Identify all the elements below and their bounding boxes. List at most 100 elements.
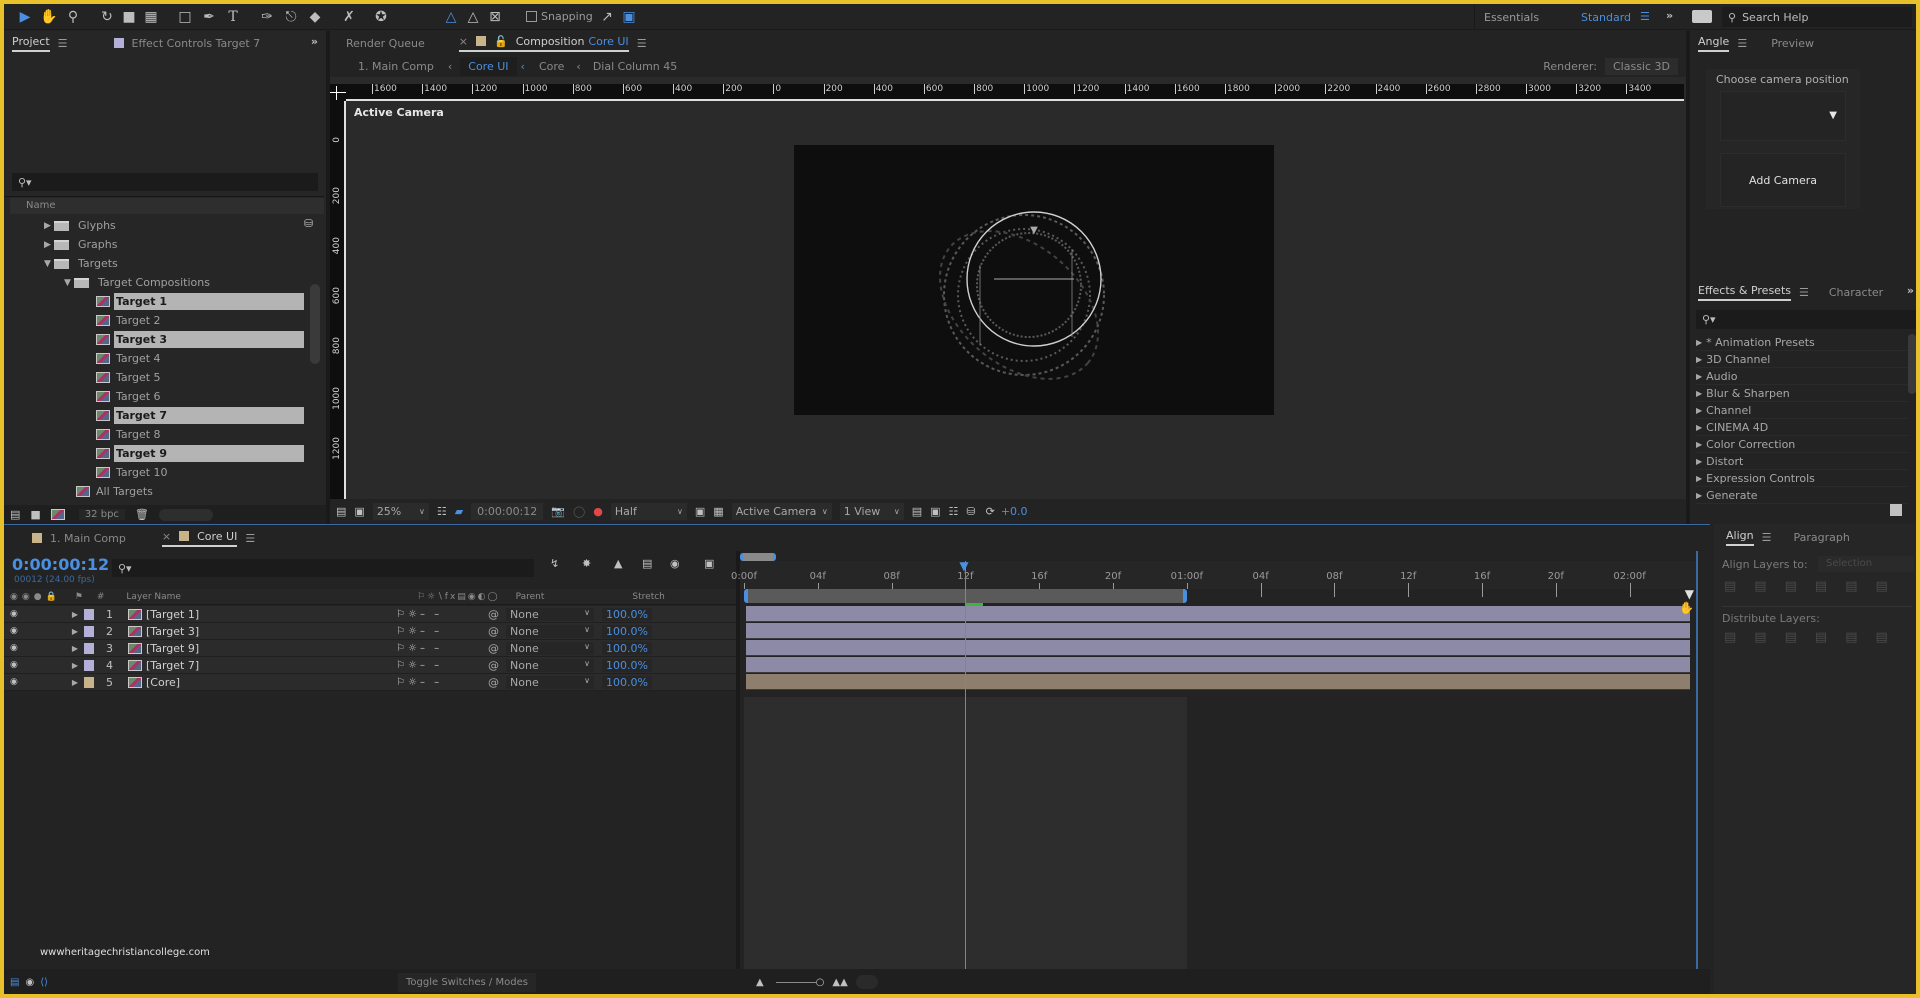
sync-settings-icon[interactable] — [1692, 10, 1712, 23]
effects-category[interactable]: ▶ Generate — [1696, 487, 1908, 504]
region-of-interest-icon[interactable]: ▣ — [695, 505, 705, 518]
stretch-value[interactable]: 100.0% — [602, 658, 652, 672]
composition-viewer-canvas[interactable]: ▼ — [794, 145, 1274, 415]
timeline-search-input[interactable]: ⚲▾ — [112, 559, 534, 577]
type-tool-icon[interactable]: T — [222, 6, 244, 28]
project-item[interactable]: Target 5 — [4, 368, 304, 387]
project-search-input[interactable]: ⚲▾ — [12, 173, 318, 191]
disclosure-collapsed-icon[interactable]: ▶ — [1696, 372, 1702, 381]
view-layout-dropdown[interactable]: 1 View ∨ — [839, 503, 904, 520]
layer-switches[interactable]: ⚐☼– – — [396, 626, 488, 637]
eraser-tool-icon[interactable]: ◆ — [304, 6, 326, 28]
effects-category[interactable]: ▶ Channel — [1696, 402, 1908, 419]
distribute-hcenter-icon[interactable]: ▤ — [1845, 630, 1857, 645]
composition-mini-flowchart-icon[interactable]: ↯ — [550, 557, 559, 570]
layer-list-empty-area[interactable] — [4, 697, 736, 969]
more-tabs-icon[interactable]: » — [311, 35, 318, 48]
video-toggle-icon[interactable]: ◉ — [10, 592, 18, 602]
effects-category[interactable]: ▶ Color Correction — [1696, 436, 1908, 453]
graph-editor-icon[interactable]: ▣ — [704, 557, 714, 570]
effects-category[interactable]: ▶ Audio — [1696, 368, 1908, 385]
playhead[interactable]: ▼ — [959, 559, 969, 971]
tab-angle[interactable]: Angle ☰ — [1690, 31, 1755, 55]
disclosure-collapsed-icon[interactable]: ▶ — [1696, 423, 1702, 432]
layer-switches[interactable]: ⚐☼– – — [396, 660, 488, 671]
parent-dropdown[interactable]: None ∨ — [506, 675, 595, 689]
panel-menu-icon[interactable]: ☰ — [1762, 531, 1772, 544]
monitor-icon[interactable]: ▣ — [354, 505, 364, 518]
align-bottom-icon[interactable]: ▤ — [1875, 579, 1887, 594]
local-axis-mode-icon[interactable]: △ — [440, 6, 462, 28]
pick-whip-icon[interactable]: @ — [488, 676, 506, 689]
layer-row[interactable]: ◉ ▶ 1 [Target 1] ⚐☼– – @ None ∨ 100.0% — [4, 606, 736, 623]
time-graph[interactable]: 0:00f04f08f12f16f20f01:00f04f08f12f16f20… — [731, 551, 1696, 971]
eye-visibility-icon[interactable]: ◉ — [10, 643, 18, 653]
mask-visibility-icon[interactable]: ▰ — [455, 505, 463, 518]
toggle-switches-modes-button[interactable]: Toggle Switches / Modes — [398, 972, 536, 992]
roto-brush-tool-icon[interactable]: ✗ — [338, 6, 360, 28]
renderer-button[interactable]: Classic 3D — [1604, 57, 1678, 75]
effects-category[interactable]: ▶ Expression Controls — [1696, 470, 1908, 487]
timeline-zoom-slider[interactable] — [775, 981, 816, 983]
panel-menu-icon[interactable]: ☰ — [1737, 37, 1747, 50]
parent-dropdown[interactable]: None ∨ — [506, 624, 595, 638]
fast-previews-icon[interactable]: ▣ — [930, 505, 940, 518]
zoom-tool-icon[interactable]: ⚲ — [62, 6, 84, 28]
layer-duration-bar[interactable] — [746, 657, 1690, 673]
motion-blur-icon[interactable]: ◉ — [670, 557, 680, 570]
new-folder-icon[interactable]: ■ — [30, 508, 40, 521]
search-help-field[interactable]: ⚲ Search Help — [1722, 7, 1912, 27]
thumbnail-slider[interactable] — [158, 508, 213, 521]
timeline-icon[interactable]: ☷ — [949, 505, 959, 518]
zoom-out-icon[interactable]: ▲ — [756, 977, 764, 988]
pen-tool-icon[interactable]: ✒ — [198, 6, 220, 28]
tab-effect-controls[interactable]: Effect Controls Target 7 — [106, 31, 269, 55]
effects-search-input[interactable]: ⚲▾ — [1696, 310, 1916, 329]
parent-dropdown[interactable]: None ∨ — [506, 658, 595, 672]
layer-duration-bar[interactable] — [746, 606, 1690, 622]
workspace-standard[interactable]: Standard — [1581, 11, 1631, 24]
close-tab-icon[interactable]: × — [459, 35, 468, 48]
align-to-dropdown[interactable]: Selection — [1818, 556, 1914, 572]
camera-tool-icon[interactable]: ■ — [118, 6, 140, 28]
project-item[interactable]: Target 7 — [4, 406, 304, 425]
effects-category[interactable]: ▶ Blur & Sharpen — [1696, 385, 1908, 402]
transparency-grid-icon[interactable]: ▦ — [713, 505, 723, 518]
layer-switches[interactable]: ⚐☼– – — [396, 609, 488, 620]
expand-layer-switches-icon[interactable]: ▤ — [10, 977, 19, 988]
effects-category[interactable]: ▶ * Animation Presets — [1696, 334, 1908, 351]
pick-whip-icon[interactable]: @ — [488, 608, 506, 621]
stretch-value[interactable]: 100.0% — [602, 641, 652, 655]
time-navigator[interactable] — [740, 553, 776, 561]
current-time-display[interactable]: 0:00:00:12 — [471, 503, 544, 520]
camera-position-dropdown[interactable]: ▼ — [1720, 91, 1846, 141]
always-preview-icon[interactable]: ▤ — [336, 505, 346, 518]
layer-name-column-header[interactable]: Layer Name — [126, 592, 181, 602]
align-left-icon[interactable]: ▤ — [1724, 579, 1736, 594]
layer-name[interactable]: [Target 1] — [146, 608, 396, 621]
brush-tool-icon[interactable]: ✑ — [256, 6, 278, 28]
disclosure-collapsed-icon[interactable]: ▶ — [72, 644, 78, 653]
draft-3d-icon[interactable]: ✸ — [582, 557, 591, 570]
workspace-essentials[interactable]: Essentials — [1484, 11, 1539, 24]
current-time-display[interactable]: 0:00:00:12 — [12, 555, 109, 574]
tab-effects-presets[interactable]: Effects & Presets ☰ — [1690, 280, 1817, 304]
selection-tool-icon[interactable]: ▶ — [14, 6, 36, 28]
align-hcenter-icon[interactable]: ▤ — [1754, 579, 1766, 594]
rotate-tool-icon[interactable]: ↻ — [96, 6, 118, 28]
label-color-swatch[interactable] — [84, 625, 95, 637]
close-tab-icon[interactable]: × — [162, 530, 171, 543]
layer-name[interactable]: [Core] — [146, 676, 396, 689]
distribute-bottom-icon[interactable]: ▤ — [1785, 630, 1797, 645]
snap-edges-icon[interactable]: ▣ — [618, 6, 640, 28]
panel-menu-icon[interactable]: ☰ — [1799, 286, 1809, 299]
ruler-origin[interactable] — [330, 84, 346, 101]
project-item[interactable]: Target 10 — [4, 463, 304, 482]
tab-composition[interactable]: × 🔓 Composition Core UI ☰ — [451, 31, 655, 55]
disclosure-collapsed-icon[interactable]: ▶ — [1696, 389, 1702, 398]
playhead-handle-icon[interactable]: ▼ — [959, 559, 968, 573]
eye-visibility-icon[interactable]: ◉ — [10, 626, 18, 636]
disclosure-collapsed-icon[interactable]: ▶ — [72, 678, 78, 687]
hide-shy-layers-icon[interactable]: ▲ — [614, 557, 622, 570]
parent-dropdown[interactable]: None ∨ — [506, 607, 595, 621]
